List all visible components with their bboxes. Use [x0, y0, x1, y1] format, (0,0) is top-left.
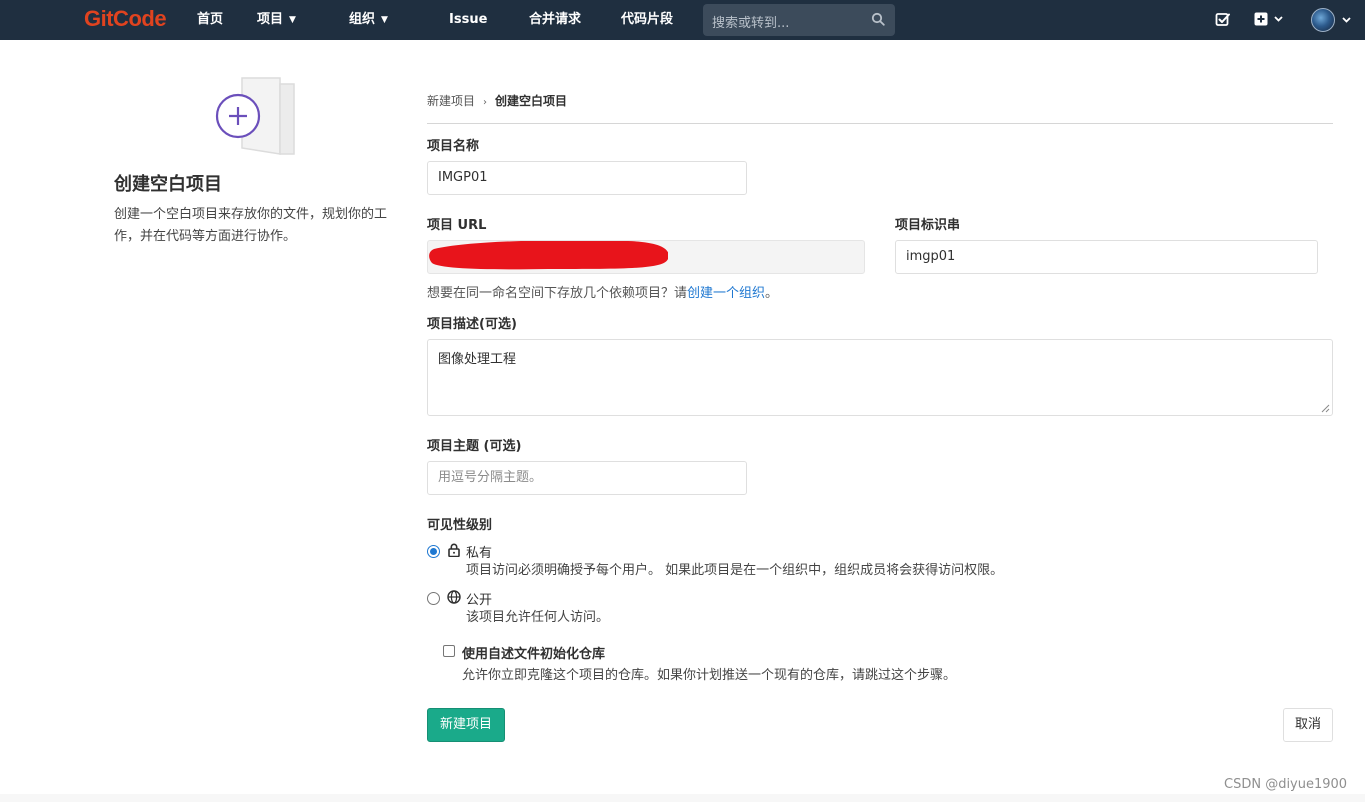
- breadcrumb: 新建项目 › 创建空白项目: [427, 92, 567, 109]
- nav-groups[interactable]: 组织 ▼: [349, 0, 388, 40]
- nav-home-label: 首页: [197, 12, 224, 27]
- watermark: CSDN @diyue1900: [1224, 777, 1348, 792]
- init-readme-description: 允许你立即克隆这个项目的仓库。如果你计划推送一个现有的仓库，请跳过这个步骤。: [462, 668, 957, 683]
- create-project-button[interactable]: 新建项目: [427, 708, 505, 742]
- nav-projects[interactable]: 项目 ▼: [257, 0, 296, 40]
- nav-groups-label: 组织: [349, 12, 376, 27]
- description-textarea[interactable]: 图像处理工程: [427, 339, 1333, 416]
- project-slug-label: 项目标识串: [895, 218, 961, 233]
- topics-label: 项目主题 (可选): [427, 439, 522, 454]
- chevron-down-icon: ▼: [381, 15, 388, 25]
- cancel-button[interactable]: 取消: [1283, 708, 1333, 742]
- namespace-help: 想要在同一命名空间下存放几个依赖项目？请创建一个组织。: [427, 282, 778, 301]
- chevron-right-icon: ›: [483, 97, 488, 108]
- nav-issues[interactable]: Issue: [449, 0, 487, 40]
- avatar[interactable]: [1311, 8, 1335, 32]
- intro-description: 创建一个空白项目来存放你的文件，规划你的工作，并在代码等方面进行协作。: [114, 207, 388, 244]
- description-label: 项目描述(可选): [427, 317, 517, 332]
- visibility-label: 可见性级别: [427, 518, 493, 533]
- project-url-label: 项目 URL: [427, 218, 487, 233]
- chevron-down-icon: ▼: [289, 15, 296, 25]
- todo-icon[interactable]: [1215, 11, 1231, 29]
- chevron-down-icon[interactable]: [1342, 16, 1351, 24]
- project-url-input[interactable]: [427, 240, 865, 274]
- divider: [427, 123, 1333, 124]
- visibility-public-description: 该项目允许任何人访问。: [466, 610, 610, 625]
- nav-home[interactable]: 首页: [197, 0, 223, 40]
- bottom-band: [0, 794, 1365, 802]
- plus-square-icon: [1254, 12, 1268, 26]
- gitcode-logo[interactable]: GitCode: [84, 6, 167, 32]
- visibility-private-description: 项目访问必须明确授予每个用户。 如果此项目是在一个组织中，组织成员将会获得访问权…: [466, 563, 1004, 578]
- globe-icon: [447, 590, 461, 604]
- resize-grip-icon[interactable]: [1321, 404, 1330, 413]
- namespace-help-suffix: 。: [765, 286, 779, 301]
- create-group-link[interactable]: 创建一个组织: [687, 286, 765, 301]
- nav-snippets[interactable]: 代码片段: [621, 0, 673, 40]
- nav-issues-label: Issue: [449, 12, 488, 27]
- breadcrumb-current: 创建空白项目: [495, 94, 568, 108]
- init-readme-label[interactable]: 使用自述文件初始化仓库: [462, 643, 605, 662]
- project-name-input[interactable]: IMGP01: [427, 161, 747, 195]
- nav-projects-label: 项目: [257, 12, 284, 27]
- nav-merge-requests-label: 合并请求: [529, 12, 582, 27]
- new-menu-button[interactable]: [1254, 11, 1288, 29]
- namespace-help-text: 想要在同一命名空间下存放几个依赖项目？请: [427, 286, 688, 301]
- visibility-private-radio[interactable]: [427, 545, 440, 558]
- topics-input[interactable]: 用逗号分隔主题。: [427, 461, 747, 495]
- init-readme-checkbox[interactable]: [443, 645, 455, 657]
- redaction-mark: [429, 241, 668, 270]
- search-input[interactable]: 搜索或转到...: [703, 4, 895, 36]
- lock-icon: [448, 543, 460, 557]
- project-slug-input[interactable]: imgp01: [895, 240, 1318, 274]
- description-value: 图像处理工程: [438, 352, 517, 367]
- search-placeholder: 搜索或转到...: [712, 16, 790, 31]
- top-navbar: GitCode 首页 项目 ▼ 组织 ▼ Issue 合并请求 代码片段 搜索或转到…: [0, 0, 1365, 40]
- search-icon: [871, 12, 885, 26]
- breadcrumb-parent[interactable]: 新建项目: [427, 94, 475, 108]
- nav-snippets-label: 代码片段: [621, 12, 674, 27]
- intro-title: 创建空白项目: [114, 174, 222, 195]
- chevron-down-icon: [1274, 16, 1283, 22]
- visibility-public-radio[interactable]: [427, 592, 440, 605]
- project-name-label: 项目名称: [427, 139, 480, 154]
- nav-merge-requests[interactable]: 合并请求: [529, 0, 581, 40]
- blank-project-illustration: [215, 77, 295, 155]
